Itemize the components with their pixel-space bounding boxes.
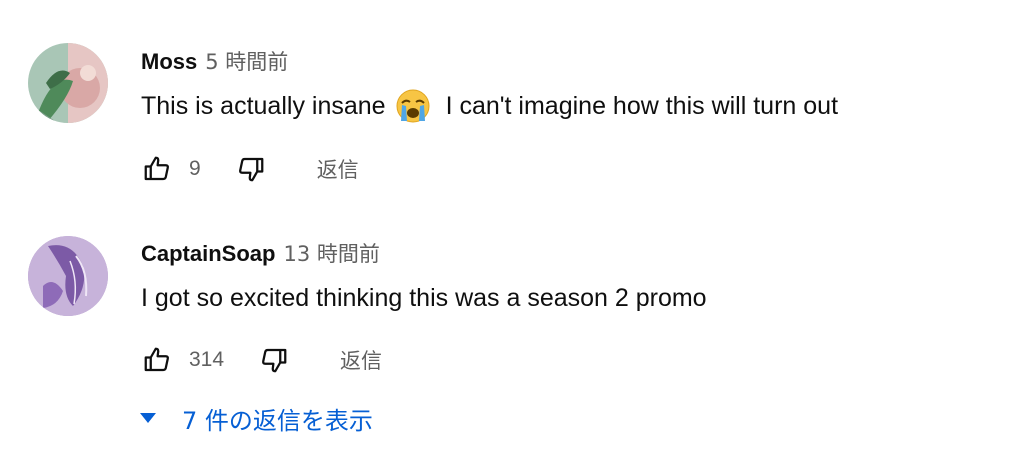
thumbs-up-icon: [144, 347, 169, 372]
comment-header: Moss 5 時間前: [141, 46, 288, 76]
reply-button[interactable]: 返信: [317, 154, 359, 184]
comment-text: This is actually insane I can't imagine …: [141, 88, 838, 124]
view-replies-button[interactable]: 7 件の返信を表示: [136, 398, 373, 438]
author-name[interactable]: CaptainSoap: [141, 241, 275, 267]
reply-button[interactable]: 返信: [340, 345, 382, 375]
like-count: 9: [189, 157, 201, 180]
comment-timestamp[interactable]: 13 時間前: [283, 238, 379, 268]
comment-actions: 9 返信: [141, 152, 359, 186]
comment-text-part-1: This is actually insane: [141, 91, 386, 120]
dislike-button[interactable]: [258, 344, 290, 376]
view-replies-label: 7 件の返信を表示: [182, 406, 373, 435]
like-button[interactable]: [141, 153, 173, 185]
comment-text: I got so excited thinking this was a sea…: [141, 283, 707, 312]
comment-text-part-2: I can't imagine how this will turn out: [445, 91, 839, 120]
comment-actions: 314 返信: [141, 343, 382, 377]
dislike-button[interactable]: [235, 153, 267, 185]
avatar[interactable]: [28, 236, 108, 316]
comment-timestamp[interactable]: 5 時間前: [205, 46, 288, 76]
author-name[interactable]: Moss: [141, 49, 197, 75]
thumbs-down-icon: [262, 348, 287, 373]
thumbs-down-icon: [238, 157, 264, 182]
crying-face-emoji-icon: [396, 89, 430, 123]
thumbs-up-icon: [144, 156, 169, 181]
like-button[interactable]: [141, 344, 173, 376]
comment-header: CaptainSoap 13 時間前: [141, 238, 380, 268]
like-count: 314: [189, 348, 225, 371]
caret-down-icon: [136, 406, 160, 430]
avatar[interactable]: [28, 43, 108, 123]
